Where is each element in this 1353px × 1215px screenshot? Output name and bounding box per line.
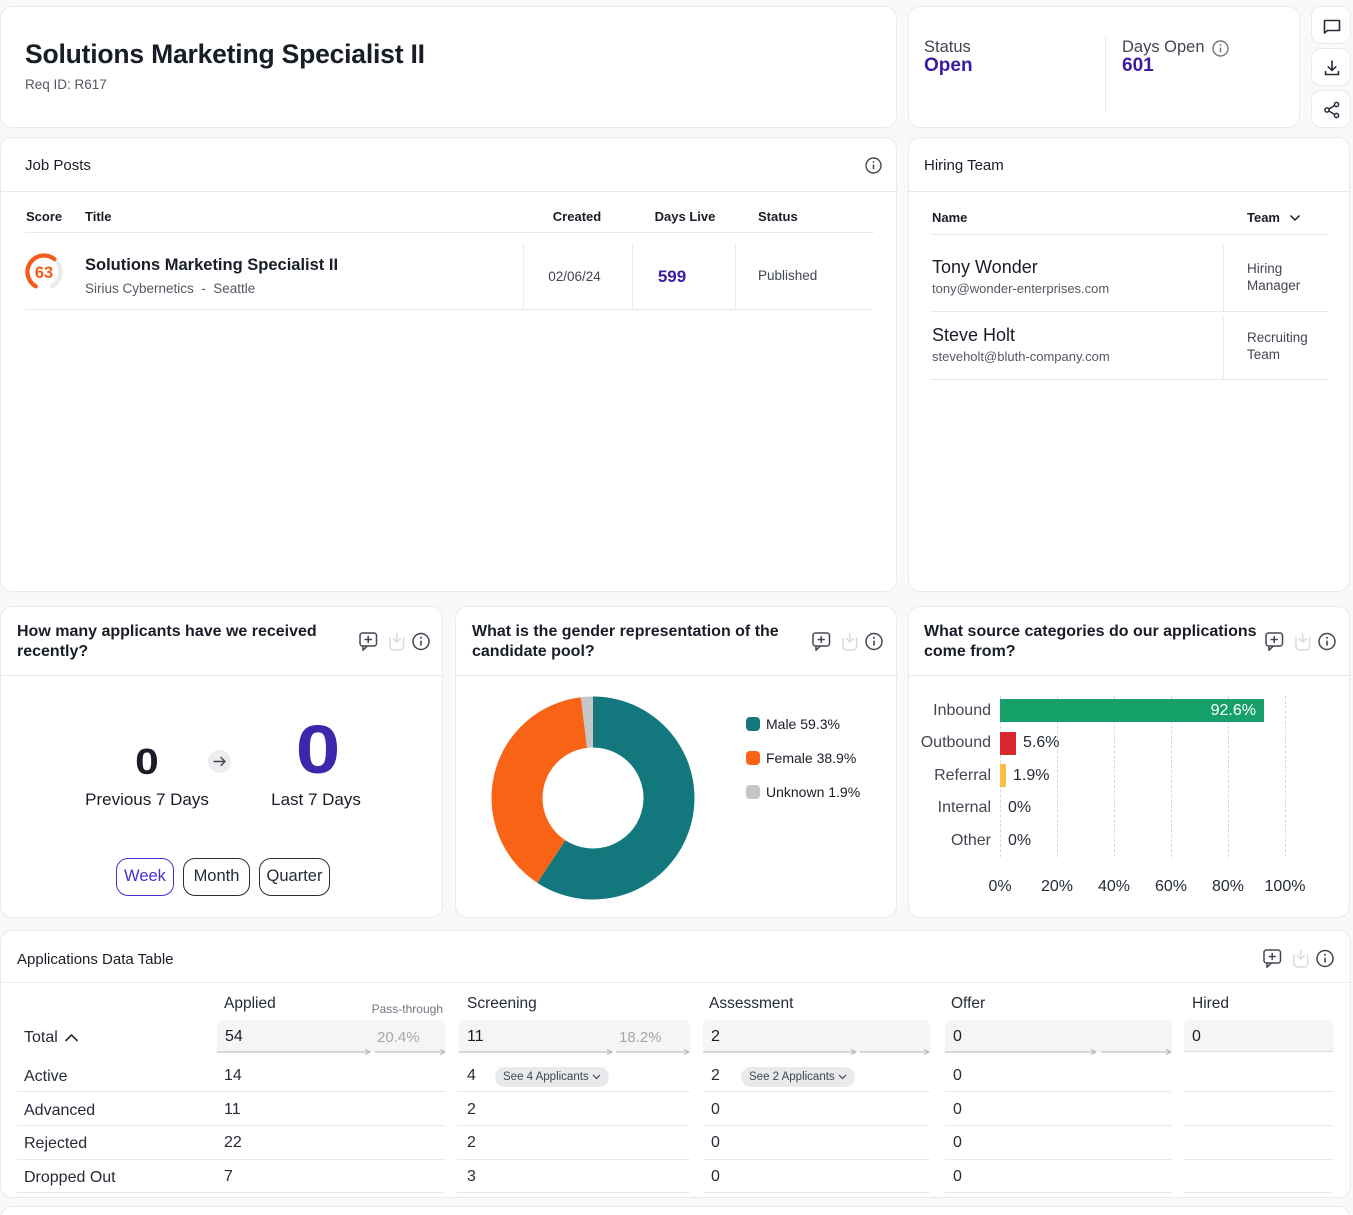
svg-text:63: 63 [35, 264, 53, 282]
